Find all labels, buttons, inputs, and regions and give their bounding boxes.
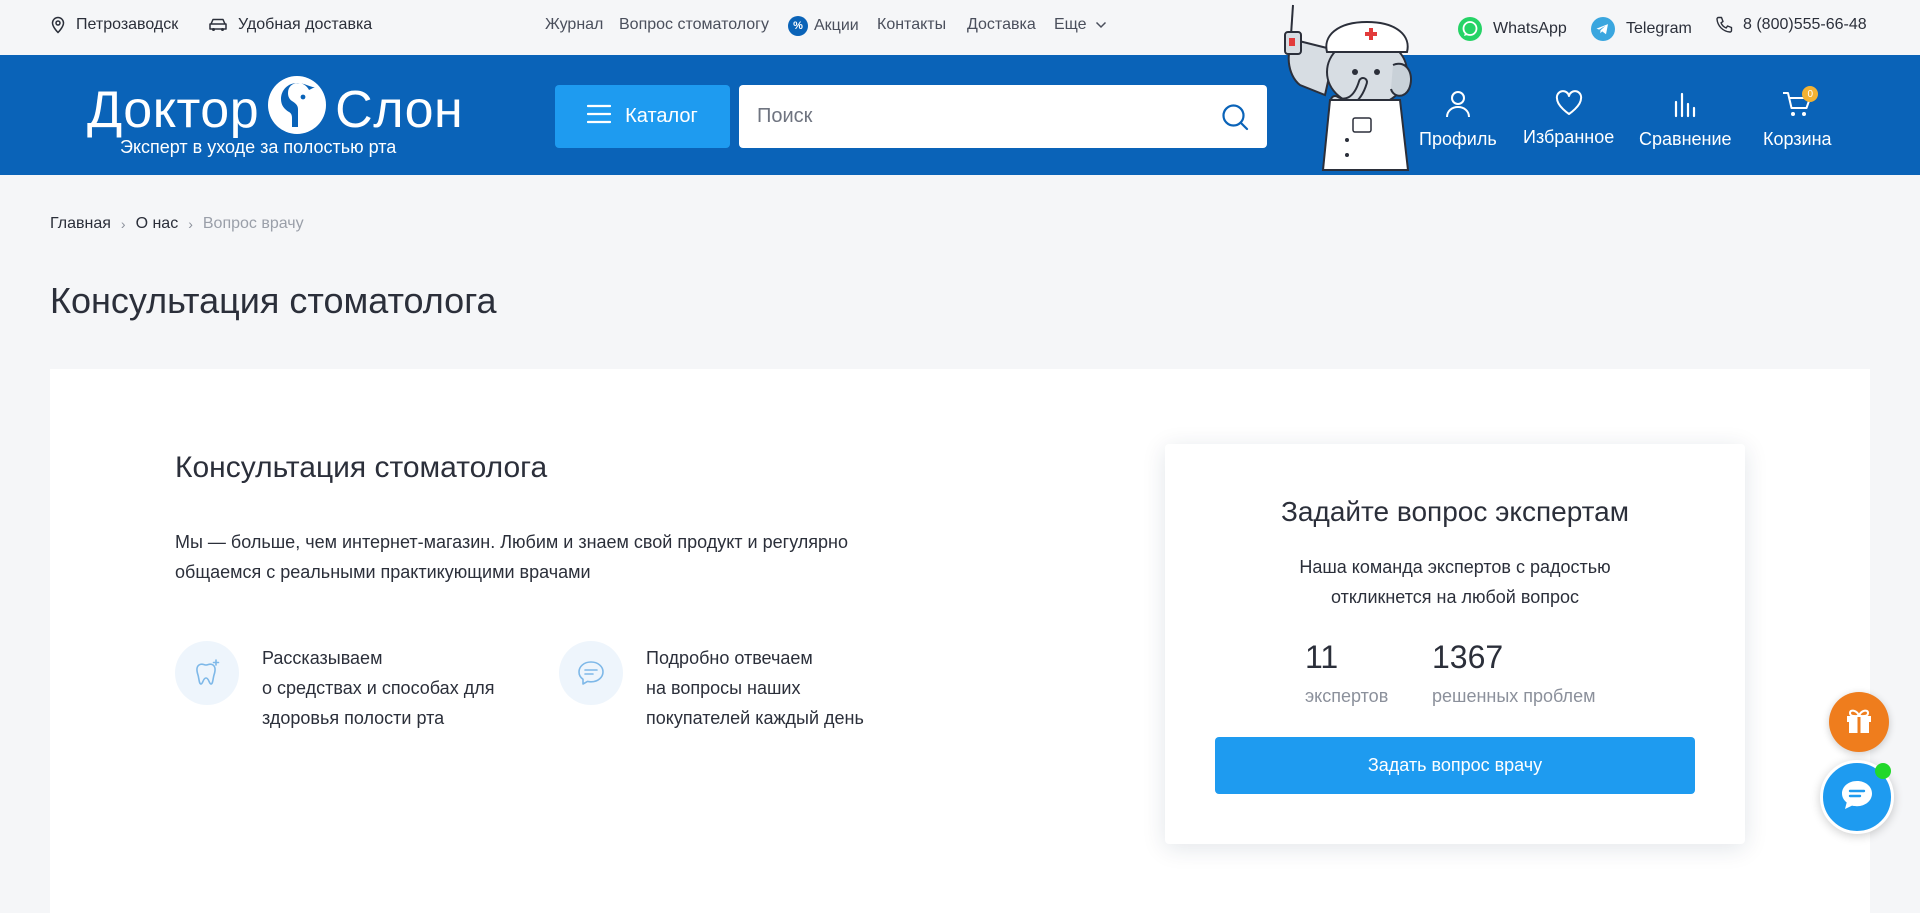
cart-button[interactable]: 0 Корзина: [1763, 86, 1832, 150]
stat-label: решенных проблем: [1432, 686, 1596, 706]
cart-label: Корзина: [1763, 129, 1832, 149]
profile-label: Профиль: [1419, 129, 1497, 149]
search-input[interactable]: [757, 85, 1187, 148]
catalog-button[interactable]: Каталог: [555, 85, 730, 148]
favorites-label: Избранное: [1523, 127, 1615, 147]
logo[interactable]: Доктор Слон Эксперт в уходе за полостью …: [87, 75, 463, 157]
nav-delivery-label: Доставка: [967, 16, 1036, 33]
main-header: Доктор Слон Эксперт в уходе за полостью …: [0, 4, 1920, 175]
logo-word-2: Слон: [335, 80, 464, 139]
feature-title: Рассказываем: [262, 648, 383, 668]
stat-label: экспертов: [1305, 686, 1389, 706]
nav-contacts[interactable]: Контакты: [877, 16, 946, 34]
chat-widget-button[interactable]: [1820, 760, 1894, 834]
section-title: Консультация стоматолога: [175, 451, 548, 484]
location-pin-icon: [50, 16, 66, 34]
stat-solved: 1367 решенных проблем: [1432, 639, 1595, 707]
nav-more-dropdown[interactable]: Еще: [1054, 16, 1107, 34]
logo-word-1: Доктор: [87, 80, 260, 139]
city-label: Петрозаводск: [76, 16, 179, 33]
breadcrumb-about[interactable]: О нас: [136, 215, 179, 233]
ask-doctor-button[interactable]: Задать вопрос врачу: [1215, 737, 1695, 794]
cart-count-badge: 0: [1802, 86, 1819, 102]
nav-delivery[interactable]: Доставка: [967, 16, 1036, 34]
breadcrumb: Главная › О нас › Вопрос врачу: [50, 215, 304, 233]
city-selector[interactable]: Петрозаводск: [50, 16, 178, 34]
nav-promotions[interactable]: % Акции: [788, 16, 859, 36]
chevron-right-icon: ›: [120, 216, 126, 232]
cart-icon: 0: [1782, 86, 1819, 123]
chat-icon: [559, 641, 623, 705]
nav-contacts-label: Контакты: [877, 16, 947, 33]
nav-more-label: Еще: [1054, 16, 1087, 33]
section-lead: Мы — больше, чем интернет-магазин. Любим…: [175, 532, 849, 582]
feature-item: Подробно отвечаем на вопросы наших покуп…: [559, 641, 906, 733]
heart-icon: [1555, 90, 1583, 121]
chat-bubble-icon: [1839, 778, 1875, 817]
logo-wordmark: Доктор Слон: [87, 75, 463, 144]
phone-link[interactable]: 8 (800)555-66-48: [1715, 16, 1867, 34]
nav-promotions-label: Акции: [814, 17, 859, 34]
chevron-right-icon: ›: [188, 216, 193, 232]
top-bar: Петрозаводск Удобная доставка Журнал Воп…: [0, 0, 1920, 55]
content-card: Консультация стоматолога Мы — больше, че…: [50, 369, 1870, 913]
elephant-logo-icon: [267, 75, 327, 144]
breadcrumb-current: Вопрос врачу: [202, 215, 304, 232]
compare-button[interactable]: Сравнение: [1639, 90, 1732, 150]
nav-journal[interactable]: Журнал: [545, 16, 603, 34]
page-title: Консультация стоматолога: [50, 280, 497, 321]
search-icon[interactable]: [1221, 103, 1249, 136]
stat-value: 1367: [1432, 639, 1504, 675]
stat-experts: 11 экспертов: [1305, 639, 1388, 707]
phone-icon: [1715, 16, 1733, 34]
whatsapp-icon: [1457, 16, 1483, 42]
telegram-icon: [1590, 16, 1616, 42]
ask-card-title: Задайте вопрос экспертам: [1281, 496, 1629, 527]
nav-journal-label: Журнал: [545, 16, 604, 33]
ask-experts-card: Задайте вопрос экспертам Наша команда эк…: [1165, 444, 1745, 844]
nav-dentist-question-label: Вопрос стоматологу: [619, 16, 770, 33]
gift-icon: [1843, 704, 1875, 741]
whatsapp-label: WhatsApp: [1493, 20, 1567, 37]
feature-text: о средствах и способах для здоровья поло…: [262, 678, 495, 728]
telegram-link[interactable]: Telegram: [1590, 16, 1692, 42]
whatsapp-link[interactable]: WhatsApp: [1457, 16, 1567, 42]
favorites-button[interactable]: Избранное: [1523, 90, 1614, 148]
nav-dentist-question[interactable]: Вопрос стоматологу: [619, 16, 769, 34]
catalog-label: Каталог: [625, 105, 698, 127]
feature-item: Рассказываем о средствах и способах для …: [175, 641, 522, 733]
percent-icon: %: [788, 16, 808, 36]
phone-label: 8 (800)555-66-48: [1743, 16, 1867, 33]
online-indicator: [1875, 763, 1891, 779]
bar-chart-icon: [1672, 90, 1698, 123]
elephant-doctor-mascot: [1275, 0, 1425, 175]
delivery-label: Удобная доставка: [238, 16, 373, 33]
ask-card-subtitle: Наша команда экспертов с радостью отклик…: [1299, 557, 1611, 607]
search-bar: [739, 85, 1267, 148]
stat-value: 11: [1305, 639, 1339, 675]
user-icon: [1445, 90, 1471, 123]
logo-tagline: Эксперт в уходе за полостью рта: [120, 137, 397, 157]
hamburger-menu-icon: [587, 104, 612, 130]
tooth-icon: [175, 641, 239, 705]
breadcrumb-home[interactable]: Главная: [50, 215, 111, 233]
chevron-down-icon: [1095, 21, 1107, 29]
compare-label: Сравнение: [1639, 129, 1732, 149]
feature-text: на вопросы наших покупателей каждый день: [646, 678, 864, 728]
car-icon: [208, 17, 228, 33]
profile-button[interactable]: Профиль: [1419, 90, 1497, 150]
delivery-link[interactable]: Удобная доставка: [208, 16, 372, 34]
gift-button[interactable]: [1829, 692, 1889, 752]
feature-title: Подробно отвечаем: [646, 648, 813, 668]
telegram-label: Telegram: [1626, 20, 1692, 37]
